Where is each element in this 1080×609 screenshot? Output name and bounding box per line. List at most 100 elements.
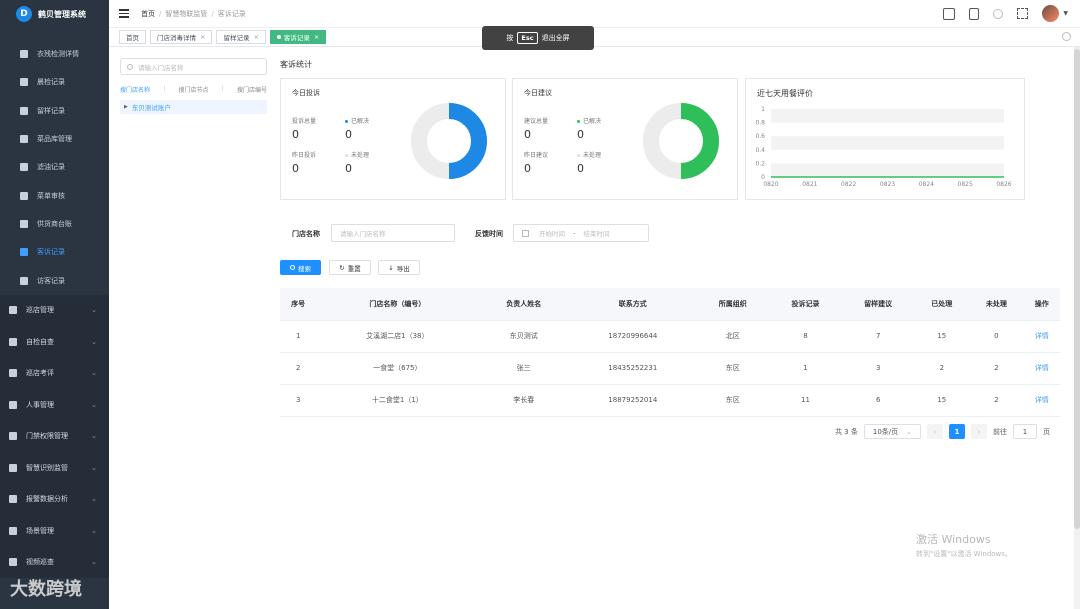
sidebar-subitem[interactable]: 菜品库管理 [0,125,109,153]
sidebar-group[interactable]: 报警数据分析 ⌄ [0,483,109,516]
table-header-cell: 留样建议 [841,288,915,321]
sidebar-subitem[interactable]: 留样记录 [0,97,109,125]
table-cell: 1 [280,320,317,353]
table-cell: 2 [969,352,1024,385]
table-header-cell: 联系方式 [569,288,697,321]
scrollbar-thumb[interactable] [1074,49,1080,529]
goto-page-input[interactable]: 1 [1013,424,1037,439]
table-cell: 东贝测试 [478,320,570,353]
sidebar-subitem[interactable]: 滤油记录 [0,153,109,181]
detail-link[interactable]: 详情 [1023,320,1060,353]
close-all-tabs-icon[interactable] [1062,32,1071,41]
sidebar-group[interactable]: 人事管理 ⌄ [0,389,109,421]
search-button[interactable]: 搜索 [280,260,321,275]
table-cell: 艾溪湖二店1（38） [316,320,479,353]
document-icon[interactable] [969,7,980,20]
tab-close-icon[interactable]: × [200,33,205,41]
store-name-input[interactable]: 请输入门店名称 [331,224,455,242]
sidebar-group[interactable]: 场景管理 ⌄ [0,515,109,547]
brand[interactable]: D 鹤贝管理系统 [0,0,109,28]
sidebar-group[interactable]: 视频巡查 ⌄ [0,546,109,579]
menu-item-icon [20,50,28,59]
pagination: 共 3 条 10条/页 ⌄ ‹ 1 › 前往 1 页 [835,424,1050,439]
start-time-placeholder[interactable]: 开始时间 [539,228,565,238]
fullscreen-exit-icon[interactable] [1017,8,1029,19]
caret-right-icon[interactable]: ▶ [124,104,128,110]
table-cell: 3 [280,384,317,417]
tree-search-input[interactable]: 请输入门店名称 [120,58,267,75]
chevron-down-icon: ⌄ [91,526,97,535]
legend-dot-icon [577,154,580,157]
card-title: 今日建议 [524,89,552,97]
caret-down-icon[interactable]: ▼ [1063,10,1068,17]
menu-group-icon [9,369,17,378]
tab-close-icon[interactable]: × [253,33,258,41]
watermark-line1: 激活 Windows [916,533,991,546]
suggestion-resolved: 已解决 0 [577,116,601,141]
tree-tab-code[interactable]: 搜门店编号 [237,85,267,94]
sidebar-group[interactable]: 巡店管理 ⌄ [0,294,109,327]
complaint-card: 今日投诉 投诉总量 0 已解决 0 昨日投诉 0 未处理 0 [280,78,506,200]
search-icon[interactable] [993,8,1004,19]
sidebar-group[interactable]: 巡店考评 ⌄ [0,357,109,390]
x-tick-label: 0820 [763,181,778,188]
card-title: 今日投诉 [292,89,320,97]
watermark-line2: 转到"设置"以激活 Windows。 [916,550,1012,558]
sidebar-subitem[interactable]: 晨检记录 [0,68,109,96]
tab-store-disinfection[interactable]: 门店消毒详情 × [150,30,213,44]
tab-label: 客诉记录 [283,34,310,42]
stat-label: 未处理 [583,152,602,159]
stat-label: 昨日建议 [524,152,549,159]
menu-item-icon [20,106,28,115]
menu-toggle-icon[interactable] [119,7,129,20]
tab-close-icon[interactable]: × [314,33,319,41]
grid-band [771,109,1004,123]
date-range-picker[interactable]: 开始时间 - 结束时间 [513,224,649,242]
tab-sample-record[interactable]: 留样记录 × [216,30,266,44]
tree-tab-name[interactable]: 搜门店名称 [120,85,150,94]
sidebar-group[interactable]: 自检自查 ⌄ [0,326,109,358]
breadcrumb-parent[interactable]: 智慧物联监管 [165,10,207,18]
tree-node[interactable]: ▶ 东贝测试账户 [120,100,267,114]
page-size-value: 10条/页 [872,427,899,436]
tab-complaint-record[interactable]: 客诉记录 × [269,30,327,44]
stat-value: 0 [524,128,531,141]
page-number-button[interactable]: 1 [949,424,965,439]
sidebar-subitem[interactable]: 客诉记录 [0,238,109,266]
table-row: 1 艾溪湖二店1（38） 东贝测试 18720996644 北区 8 7 15 0 详情 [280,320,1060,353]
sidebar-subitem[interactable]: 衣残检测详情 [0,40,109,68]
page-size-select[interactable]: 10条/页 ⌄ [863,424,921,439]
next-page-button[interactable]: › [971,424,987,439]
mail-icon[interactable] [943,7,956,20]
avatar[interactable] [1042,5,1060,22]
prev-page-button[interactable]: ‹ [927,424,943,439]
sidebar-group[interactable]: 门禁权限管理 ⌄ [0,420,109,453]
tab-home[interactable]: 首页 [119,30,146,44]
sidebar-subitem[interactable]: 访客记录 [0,266,109,294]
sidebar-subitem[interactable]: 供货商台账 [0,210,109,238]
donut-segment-resolved [680,103,719,179]
detail-link[interactable]: 详情 [1023,384,1060,417]
sidebar-group-label: 报警数据分析 [26,495,68,504]
chevron-down-icon: ⌄ [91,400,97,409]
page-scrollbar[interactable] [1074,47,1080,609]
download-icon: ↓ [388,263,394,272]
legend-dot-icon [345,120,348,123]
stat-label: 已解决 [351,118,370,125]
breadcrumb-home[interactable]: 首页 [141,10,155,18]
range-separator: - [573,229,576,237]
stat-value: 0 [345,128,352,141]
reset-button[interactable]: ↻ 重置 [329,260,371,275]
sidebar-subitem-label: 晨检记录 [37,78,65,87]
sidebar-subitem[interactable]: 菜单审核 [0,181,109,209]
export-button[interactable]: ↓ 导出 [378,260,420,275]
table-header-cell: 所属组织 [696,288,770,321]
tree-tab-node[interactable]: 搜门店节点 [178,85,208,94]
detail-link[interactable]: 详情 [1023,352,1060,385]
end-time-placeholder[interactable]: 结束时间 [583,228,609,238]
menu-group-icon [9,306,17,315]
stat-label: 未处理 [351,152,370,159]
table-header-cell: 操作 [1023,288,1060,321]
chevron-down-icon: ⌄ [906,427,912,436]
sidebar-group[interactable]: 智慧识别监管 ⌄ [0,452,109,484]
